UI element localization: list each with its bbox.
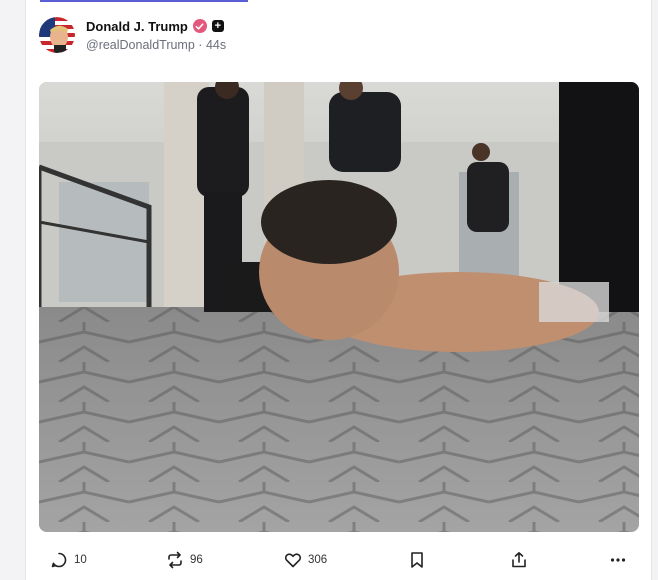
avatar[interactable] — [39, 17, 75, 53]
author-meta: @realDonaldTrump · 44s — [86, 38, 226, 52]
active-tab-indicator — [40, 0, 248, 2]
photo-illustration — [39, 82, 639, 532]
reply-count: 10 — [74, 554, 87, 566]
like-button[interactable]: 306 — [284, 548, 327, 572]
plus-icon: + — [211, 20, 224, 32]
post-image[interactable] — [39, 82, 639, 532]
share-upload-icon — [510, 551, 528, 569]
verified-badge-icon — [192, 19, 207, 33]
author-row: Donald J. Trump + — [86, 17, 224, 35]
share-button[interactable] — [510, 548, 528, 572]
author-handle[interactable]: @realDonaldTrump — [86, 38, 195, 52]
post-card: Donald J. Trump + @realDonaldTrump · 44s — [25, 0, 652, 580]
author-name[interactable]: Donald J. Trump — [86, 19, 188, 34]
repost-button[interactable]: 96 — [166, 548, 203, 572]
repost-count: 96 — [190, 554, 203, 566]
heart-icon — [284, 551, 302, 569]
bookmark-button[interactable] — [409, 548, 425, 572]
more-button[interactable] — [609, 548, 627, 572]
bookmark-icon — [409, 551, 425, 569]
speech-bubble-icon — [50, 551, 68, 569]
post-actions: 10 96 306 — [26, 546, 651, 574]
ellipsis-icon — [609, 551, 627, 569]
repost-arrows-icon — [166, 551, 184, 569]
like-count: 306 — [308, 554, 328, 566]
separator-dot: · — [198, 38, 203, 52]
reply-button[interactable]: 10 — [50, 548, 87, 572]
post-time[interactable]: 44s — [206, 38, 226, 52]
